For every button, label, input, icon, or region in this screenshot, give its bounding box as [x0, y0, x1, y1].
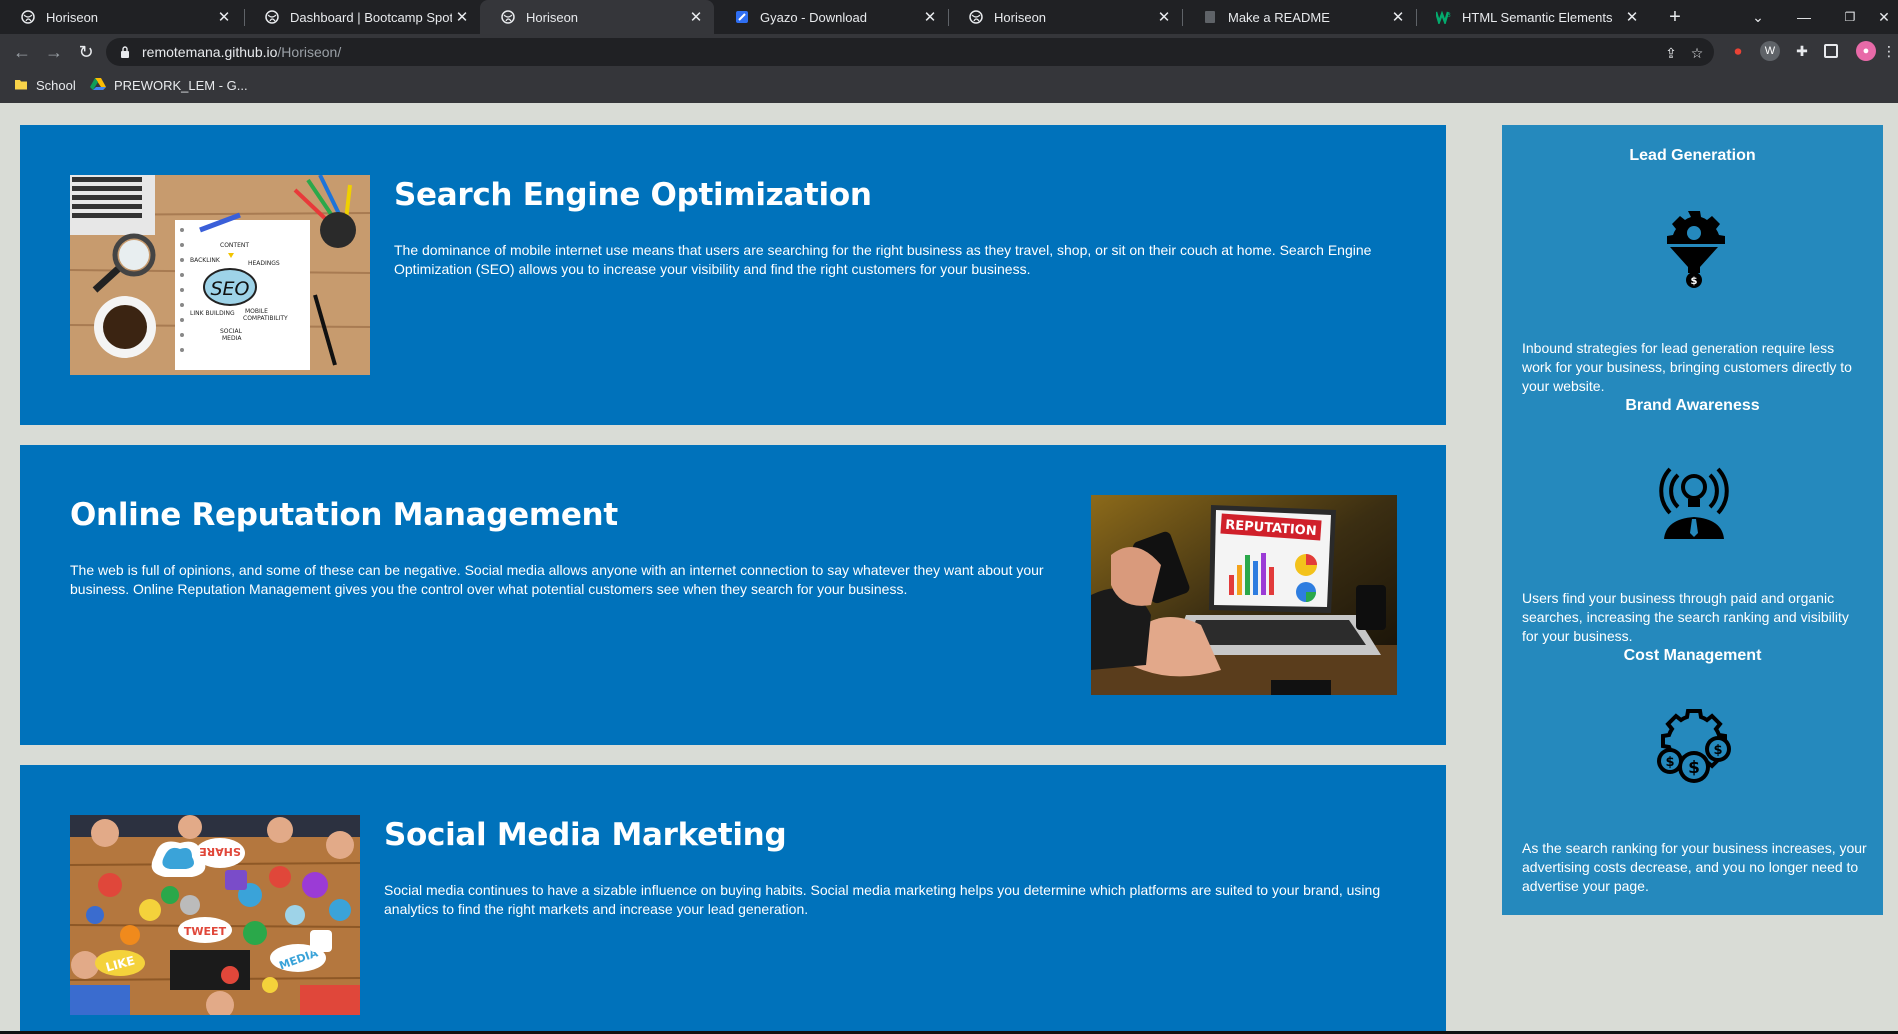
lead-generation-icon: $: [1656, 209, 1732, 289]
svg-text:MOBILE: MOBILE: [245, 308, 268, 315]
reputation-section: Online Reputation Management The web is …: [20, 445, 1446, 745]
new-tab-button[interactable]: +: [1663, 5, 1687, 29]
reputation-text: The web is full of opinions, and some of…: [70, 562, 1044, 597]
tab-title: HTML Semantic Elements: [1462, 9, 1613, 25]
brand-awareness-text: Users find your business through paid an…: [1522, 590, 1849, 644]
svg-text:$: $: [1688, 758, 1700, 778]
tab-horiseon-2[interactable]: Horiseon ✕: [948, 0, 1182, 34]
tab-title: Horiseon: [994, 9, 1047, 25]
svg-text:$: $: [1713, 743, 1722, 758]
svg-text:MEDIA: MEDIA: [222, 335, 242, 342]
web-page: SEO CONTENT BACKLINK HEADINGS LINK BUILDING…: [0, 103, 1898, 1031]
extensions-puzzle-icon[interactable]: ✚: [1792, 41, 1812, 61]
tab-title: Dashboard | Bootcamp Spot: [290, 9, 452, 25]
cost-management-icon: $ $ $: [1656, 709, 1732, 789]
browser-chrome: Horiseon ✕ Dashboard | Bootcamp Spot ✕ H…: [0, 0, 1898, 103]
svg-text:CONTENT: CONTENT: [220, 242, 249, 249]
brand-awareness-heading: Brand Awareness: [1625, 397, 1760, 414]
extension-w-icon[interactable]: W: [1760, 41, 1780, 61]
browser-toolbar: ← → ↻ remotemana.github.io/Horiseon/ ⇪ ☆…: [0, 34, 1898, 70]
bookmark-label: School: [36, 78, 76, 93]
social-media-section: SHARE TWEET LIKE MEDIA Social Media Mark…: [20, 765, 1446, 1031]
svg-text:HEADINGS: HEADINGS: [248, 260, 280, 267]
google-drive-icon: [90, 77, 106, 94]
seo-section: SEO CONTENT BACKLINK HEADINGS LINK BUILDING…: [20, 125, 1446, 425]
document-icon: [1202, 9, 1218, 25]
globe-icon: [264, 9, 280, 25]
seo-heading: Search Engine Optimization: [394, 177, 872, 213]
lead-generation-heading: Lead Generation: [1629, 147, 1756, 164]
social-media-text: Social media continues to have a sizable…: [384, 882, 1381, 917]
tab-title: Make a README: [1228, 9, 1330, 25]
close-tab-icon[interactable]: ✕: [1388, 8, 1408, 26]
gyazo-icon: [734, 9, 750, 25]
close-tab-icon[interactable]: ✕: [452, 8, 472, 26]
globe-icon: [20, 9, 36, 25]
tab-gyazo[interactable]: Gyazo - Download ✕: [714, 0, 948, 34]
close-window-button[interactable]: ✕: [1870, 4, 1898, 30]
bookmark-star-icon[interactable]: ☆: [1688, 44, 1706, 62]
bookmark-label: PREWORK_LEM - G...: [114, 78, 248, 93]
bookmark-prework[interactable]: PREWORK_LEM - G...: [90, 77, 248, 94]
svg-text:3: 3: [1447, 12, 1451, 19]
url-text: remotemana.github.io/Horiseon/: [142, 44, 341, 60]
folder-icon: [14, 77, 28, 94]
tab-strip: Horiseon ✕ Dashboard | Bootcamp Spot ✕ H…: [0, 0, 1898, 34]
social-media-image: SHARE TWEET LIKE MEDIA: [70, 815, 360, 1015]
close-tab-icon[interactable]: ✕: [1622, 8, 1642, 26]
tab-html-semantic[interactable]: 3 HTML Semantic Elements ✕: [1416, 0, 1650, 34]
lock-icon: [120, 45, 130, 58]
share-bubble-label: SHARE: [199, 845, 241, 858]
social-media-heading: Social Media Marketing: [384, 817, 787, 853]
close-tab-icon[interactable]: ✕: [686, 8, 706, 26]
tab-horiseon-active[interactable]: Horiseon ✕: [480, 0, 714, 34]
svg-text:BACKLINK: BACKLINK: [190, 257, 221, 264]
tweet-bubble-label: TWEET: [184, 925, 227, 938]
forward-arrow-icon[interactable]: →: [42, 40, 66, 64]
svg-text:COMPATIBILITY: COMPATIBILITY: [243, 315, 288, 322]
share-icon[interactable]: ⇪: [1662, 44, 1680, 62]
brand-awareness-icon: [1656, 459, 1732, 539]
close-tab-icon[interactable]: ✕: [920, 8, 940, 26]
more-menu-icon[interactable]: ⋮: [1882, 41, 1896, 61]
tab-title: Horiseon: [526, 9, 579, 25]
back-arrow-icon[interactable]: ←: [10, 40, 34, 64]
close-tab-icon[interactable]: ✕: [214, 8, 234, 26]
tab-title: Gyazo - Download: [760, 9, 867, 25]
w3schools-icon: 3: [1436, 9, 1452, 25]
url-host: remotemana.github.io: [142, 44, 278, 60]
svg-text:LINK BUILDING: LINK BUILDING: [190, 310, 235, 317]
tab-horiseon-1[interactable]: Horiseon ✕: [0, 0, 242, 34]
seo-image-label: SEO: [210, 278, 249, 300]
svg-text:$: $: [1665, 755, 1674, 770]
side-panel-icon[interactable]: [1824, 44, 1838, 58]
globe-icon: [968, 9, 984, 25]
close-tab-icon[interactable]: ✕: [1154, 8, 1174, 26]
minimize-button[interactable]: —: [1786, 4, 1822, 30]
reload-icon[interactable]: ↻: [74, 40, 98, 64]
lead-generation-text: Inbound strategies for lead generation r…: [1522, 340, 1852, 394]
reputation-image: REPUTATION: [1091, 495, 1397, 695]
globe-icon: [500, 9, 516, 25]
seo-image: SEO CONTENT BACKLINK HEADINGS LINK BUILDING…: [70, 175, 370, 375]
bookmark-school[interactable]: School: [14, 77, 76, 94]
restore-button[interactable]: ❐: [1832, 4, 1868, 30]
svg-text:$: $: [1691, 276, 1698, 287]
tab-title: Horiseon: [46, 9, 99, 25]
svg-text:SOCIAL: SOCIAL: [220, 328, 243, 335]
tab-make-readme[interactable]: Make a README ✕: [1182, 0, 1416, 34]
address-bar[interactable]: remotemana.github.io/Horiseon/ ⇪ ☆: [106, 38, 1714, 66]
bookmarks-bar: School PREWORK_LEM - G...: [0, 70, 1898, 103]
cost-management-heading: Cost Management: [1623, 647, 1762, 664]
url-path: /Horiseon/: [277, 44, 342, 60]
profile-avatar[interactable]: ●: [1856, 41, 1876, 61]
tab-bootcamp-spot[interactable]: Dashboard | Bootcamp Spot ✕: [244, 0, 480, 34]
seo-text: The dominance of mobile internet use mea…: [394, 242, 1372, 277]
benefits-aside: Lead Generation $ Inbound strategies for…: [1502, 125, 1883, 915]
tab-search-icon[interactable]: ⌄: [1740, 4, 1776, 30]
extension-record-icon[interactable]: ⏺: [1728, 41, 1748, 61]
cost-management-text: As the search ranking for your business …: [1522, 840, 1867, 894]
reputation-heading: Online Reputation Management: [70, 497, 618, 533]
